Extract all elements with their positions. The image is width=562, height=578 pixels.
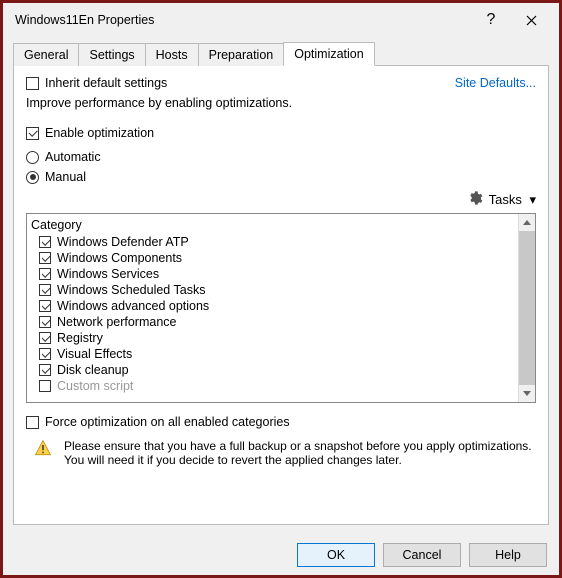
list-item-label: Custom script (57, 379, 133, 393)
properties-dialog: Windows11En Properties ? GeneralSettings… (3, 3, 559, 575)
list-item-checkbox[interactable] (39, 268, 51, 280)
list-item-label: Windows Services (57, 267, 159, 281)
list-item-checkbox[interactable] (39, 316, 51, 328)
close-button[interactable] (511, 6, 551, 34)
gear-icon (467, 190, 483, 209)
tab-preparation[interactable]: Preparation (198, 43, 285, 66)
list-item-label: Windows Scheduled Tasks (57, 283, 205, 297)
force-optimization-label: Force optimization on all enabled catego… (45, 415, 290, 429)
list-item-checkbox[interactable] (39, 332, 51, 344)
enable-optimization-label: Enable optimization (45, 126, 154, 140)
list-item[interactable]: Registry (31, 330, 531, 346)
dialog-buttons: OK Cancel Help (3, 535, 559, 575)
cancel-button[interactable]: Cancel (383, 543, 461, 567)
list-item-label: Network performance (57, 315, 177, 329)
enable-optimization-checkbox[interactable] (26, 127, 39, 140)
chevron-up-icon (523, 220, 531, 225)
tab-general[interactable]: General (13, 43, 79, 66)
warning-row: Please ensure that you have a full backu… (26, 435, 536, 471)
list-item-checkbox[interactable] (39, 236, 51, 248)
help-button-titlebar[interactable]: ? (471, 6, 511, 34)
category-header: Category (31, 216, 531, 234)
force-optimization-checkbox[interactable] (26, 416, 39, 429)
site-defaults-link[interactable]: Site Defaults... (455, 76, 536, 90)
list-item[interactable]: Windows advanced options (31, 298, 531, 314)
scrollbar[interactable] (518, 214, 535, 402)
window-title: Windows11En Properties (15, 13, 471, 27)
list-item-label: Visual Effects (57, 347, 132, 361)
tab-hosts[interactable]: Hosts (145, 43, 199, 66)
automatic-radio[interactable] (26, 151, 39, 164)
inherit-label: Inherit default settings (45, 76, 167, 90)
list-item-checkbox[interactable] (39, 252, 51, 264)
manual-label: Manual (45, 170, 86, 184)
content-area: GeneralSettingsHostsPreparationOptimizat… (3, 37, 559, 535)
list-item[interactable]: Network performance (31, 314, 531, 330)
titlebar: Windows11En Properties ? (3, 3, 559, 37)
manual-radio[interactable] (26, 171, 39, 184)
description-text: Improve performance by enabling optimiza… (26, 96, 536, 110)
list-item-label: Disk cleanup (57, 363, 129, 377)
warning-icon (34, 439, 54, 460)
list-item-checkbox[interactable] (39, 284, 51, 296)
list-item-label: Windows Defender ATP (57, 235, 189, 249)
tasks-label: Tasks (489, 192, 522, 207)
list-item-label: Windows Components (57, 251, 182, 265)
chevron-down-icon (523, 391, 531, 396)
tab-panel-optimization: Inherit default settings Site Defaults..… (13, 65, 549, 525)
list-item[interactable]: Visual Effects (31, 346, 531, 362)
list-item-label: Windows advanced options (57, 299, 209, 313)
list-item[interactable]: Windows Services (31, 266, 531, 282)
list-item[interactable]: Windows Scheduled Tasks (31, 282, 531, 298)
tab-settings[interactable]: Settings (78, 43, 145, 66)
list-item[interactable]: Disk cleanup (31, 362, 531, 378)
help-button[interactable]: Help (469, 543, 547, 567)
scroll-down-button[interactable] (519, 385, 535, 402)
list-item-checkbox[interactable] (39, 300, 51, 312)
tasks-menu[interactable]: Tasks ▾ (489, 192, 536, 208)
scroll-thumb[interactable] (519, 231, 535, 385)
list-item-checkbox[interactable] (39, 364, 51, 376)
warning-text: Please ensure that you have a full backu… (64, 439, 532, 467)
tab-optimization[interactable]: Optimization (283, 42, 374, 66)
tab-strip: GeneralSettingsHostsPreparationOptimizat… (13, 41, 549, 65)
inherit-checkbox[interactable] (26, 77, 39, 90)
chevron-down-icon: ▾ (529, 192, 536, 207)
list-item-label: Registry (57, 331, 103, 345)
list-item-checkbox[interactable] (39, 380, 51, 392)
list-item-checkbox[interactable] (39, 348, 51, 360)
list-item[interactable]: Windows Defender ATP (31, 234, 531, 250)
list-item[interactable]: Windows Components (31, 250, 531, 266)
scroll-up-button[interactable] (519, 214, 535, 231)
category-listbox[interactable]: Category Windows Defender ATP Windows Com… (26, 213, 536, 403)
ok-button[interactable]: OK (297, 543, 375, 567)
close-icon (526, 15, 537, 26)
automatic-label: Automatic (45, 150, 101, 164)
list-item[interactable]: Custom script (31, 378, 531, 394)
